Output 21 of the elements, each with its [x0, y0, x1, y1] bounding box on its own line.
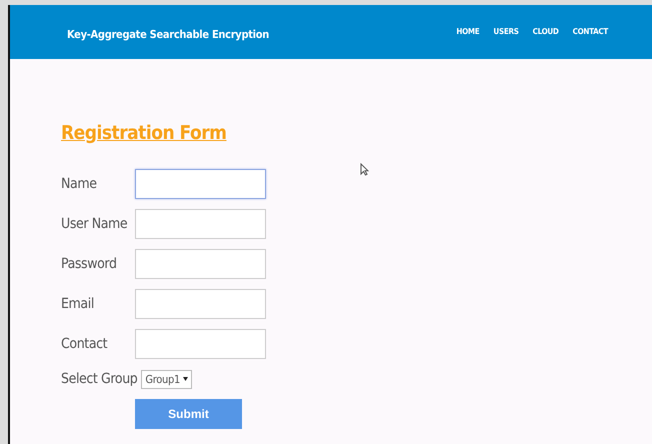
input-field[interactable]	[135, 209, 266, 239]
caret-icon	[183, 377, 188, 381]
site-title: Key-Aggregate Searchable Encryption	[67, 26, 270, 40]
nav-link[interactable]: CONTACT	[572, 26, 608, 36]
input-field[interactable]	[135, 169, 266, 199]
input-field[interactable]	[135, 329, 266, 359]
input-field[interactable]	[135, 289, 266, 319]
nav-link[interactable]: CLOUD	[532, 26, 559, 36]
field-label: Name	[61, 176, 98, 192]
field-label: Email	[61, 296, 95, 312]
nav-link[interactable]: HOME	[456, 26, 480, 36]
form-title: Registration Form	[61, 121, 228, 146]
nav-link[interactable]: USERS	[493, 26, 519, 36]
field-label: Contact	[61, 336, 108, 352]
field-label: Password	[61, 256, 118, 272]
input-field[interactable]	[135, 249, 266, 279]
submit-button[interactable]: Submit	[135, 399, 242, 429]
cursor-icon	[360, 163, 369, 176]
group-dropdown[interactable]: Group1	[141, 370, 192, 388]
field-label: Select Group	[61, 371, 138, 387]
field-label: User Name	[61, 216, 128, 232]
